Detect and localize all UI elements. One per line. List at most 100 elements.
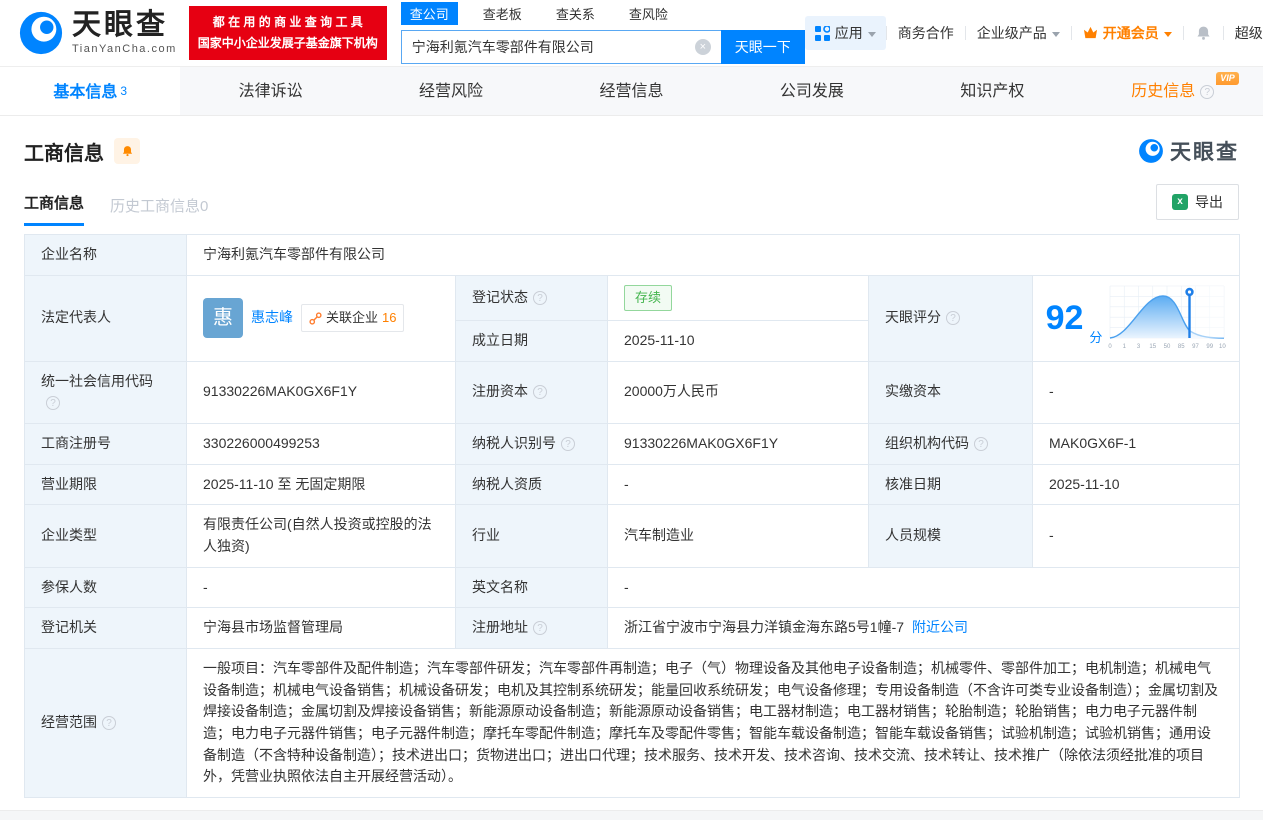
table-row: 营业期限 2025-11-10 至 无固定期限 纳税人资质 - 核准日期 202… [24,463,1240,506]
nav-apps[interactable]: 应用 [804,16,886,50]
tab-basic-info-label: 基本信息 [53,84,118,101]
svg-text:0: 0 [1109,344,1113,350]
search-input[interactable] [400,30,721,64]
address-text: 浙江省宁波市宁海县力洋镇金海东路5号1幢-7 [624,619,905,636]
score-label: 天眼评分? [868,274,1033,362]
approval-date-value: 2025-11-10 [1032,463,1240,506]
english-name-value: - [607,566,1240,609]
tab-company-development[interactable]: 公司发展 [722,67,902,115]
reg-authority-label: 登记机关 [24,607,187,650]
subtab-business-info[interactable]: 工商信息 [24,192,85,226]
reg-address-value: 浙江省宁波市宁海县力洋镇金海东路5号1幢-7 附近公司 [607,607,1240,650]
related-companies-badge[interactable]: 关联企业 16 [301,304,405,333]
help-icon[interactable]: ? [561,436,575,451]
tab-operation-risk[interactable]: 经营风险 [361,67,541,115]
svg-text:50: 50 [1164,344,1171,350]
help-icon[interactable]: ? [46,396,60,411]
tianyancha-logo[interactable]: 天眼查 TianYanCha.com [18,10,177,56]
nav-open-vip[interactable]: 开通会员 [1072,23,1183,43]
bell-icon [1197,26,1210,40]
subtab-history-count: 0 [200,198,209,215]
help-icon[interactable]: ? [533,385,547,400]
related-companies-count: 16 [382,310,397,326]
help-icon[interactable]: ? [1200,85,1215,99]
nav-business-label: 商务合作 [897,25,954,41]
svg-text:97: 97 [1193,344,1200,350]
slogan-line2: 国家中小企业发展子基金旗下机构 [197,36,378,50]
export-button[interactable]: x 导出 [1156,184,1239,220]
nav-super-risk[interactable]: 超级风... [1224,23,1263,43]
table-row: 企业类型 有限责任公司(自然人投资或控股的法人独资) 行业 汽车制造业 人员规模… [24,504,1240,568]
nav-apps-label: 应用 [834,25,863,41]
tab-history-label: 历史信息 [1131,83,1196,100]
table-row: 经营范围? 一般项目：汽车零部件及配件制造；汽车零部件研发；汽车零部件再制造；电… [24,648,1240,799]
tab-legal-proceedings[interactable]: 法律诉讼 [180,67,360,115]
tab-label: 经营信息 [599,83,664,100]
search-tab-risk[interactable]: 查风险 [620,2,677,25]
english-name-label: 英文名称 [455,566,608,609]
watermark-text: 天眼查 [1170,141,1239,164]
tianyancha-logo-icon [19,11,63,55]
score-number: 92 [1045,299,1084,338]
tab-basic-info[interactable]: 基本信息 3 [0,67,181,115]
monitor-bell-button[interactable] [114,138,140,164]
business-term-label: 营业期限 [24,463,187,506]
label-text: 登记状态 [472,288,528,305]
search-tab-company[interactable]: 查公司 [400,2,458,25]
business-info-table: 企业名称 宁海利氪汽车零部件有限公司 法定代表人 惠 惠志峰 关联企业 16 登… [24,234,1240,799]
credit-code-label: 统一社会信用代码? [24,360,187,424]
excel-icon: x [1172,194,1188,210]
taxpayer-id-label: 纳税人识别号? [455,422,608,465]
help-icon[interactable]: ? [102,716,116,731]
subtab-history-business-info[interactable]: 历史工商信息0 [110,195,208,226]
tab-label: 法律诉讼 [238,83,303,100]
chevron-down-icon [1163,31,1172,37]
tianyancha-watermark-icon [1139,139,1163,163]
reg-number-label: 工商注册号 [24,422,187,465]
tab-intellectual-property[interactable]: 知识产权 [902,67,1082,115]
svg-text:100: 100 [1219,344,1226,350]
legal-rep-avatar[interactable]: 惠 [203,298,243,339]
insured-value: - [186,566,456,609]
company-type-value: 有限责任公司(自然人投资或控股的法人独资) [186,504,456,568]
reg-authority-value: 宁海县市场监督管理局 [186,607,456,650]
label-text: 经营范围 [41,714,97,731]
nav-vip-label: 开通会员 [1102,25,1159,41]
score-value-cell: 92 分 0 1 3 15 50 85 97 99 10 [1032,274,1240,362]
related-companies-label: 关联企业 [326,310,379,326]
help-icon[interactable]: ? [533,290,547,305]
table-row: 统一社会信用代码? 91330226MAK0GX6F1Y 注册资本? 20000… [24,360,1240,424]
legal-rep-label: 法定代表人 [24,274,187,362]
score-unit: 分 [1089,329,1103,345]
nearby-companies-link[interactable]: 附近公司 [912,619,968,635]
business-scope-label: 经营范围? [24,648,187,799]
help-icon[interactable]: ? [974,436,988,451]
taxpayer-quality-label: 纳税人资质 [455,463,608,506]
reg-capital-label: 注册资本? [455,360,608,424]
search-tab-relation[interactable]: 查关系 [547,2,604,25]
table-row: 登记机关 宁海县市场监督管理局 注册地址? 浙江省宁波市宁海县力洋镇金海东路5号… [24,607,1240,650]
business-term-value: 2025-11-10 至 无固定期限 [186,463,456,506]
help-icon[interactable]: ? [533,621,547,636]
label-text: 天眼评分 [885,309,941,326]
search-button[interactable]: 天眼一下 [720,30,805,64]
nav-enterprise-products[interactable]: 企业级产品 [966,23,1071,43]
table-row: 法定代表人 惠 惠志峰 关联企业 16 登记状态? 存续 天眼评分 ? 92 分… [24,274,1240,362]
vip-crown-icon [1083,26,1097,39]
reg-number-value: 330226000499253 [186,422,456,465]
tab-history-info[interactable]: 历史信息? VIP [1083,67,1263,115]
tab-operation-info[interactable]: 经营信息 [541,67,721,115]
tab-basic-info-count: 3 [120,84,128,98]
search-tab-boss[interactable]: 查老板 [474,2,531,25]
taxpayer-quality-value: - [607,463,869,506]
section-title: 工商信息 [24,142,104,165]
industry-value: 汽车制造业 [607,504,869,568]
help-icon[interactable]: ? [946,311,960,326]
table-row: 企业名称 宁海利氪汽车零部件有限公司 [24,234,1240,276]
notification-bell[interactable] [1184,24,1223,42]
clear-search-icon[interactable]: × [694,39,711,55]
established-value: 2025-11-10 [607,319,869,362]
nav-business-cooperation[interactable]: 商务合作 [887,23,965,43]
chevron-down-icon [1051,31,1060,37]
legal-rep-name-link[interactable]: 惠志峰 [251,307,293,329]
